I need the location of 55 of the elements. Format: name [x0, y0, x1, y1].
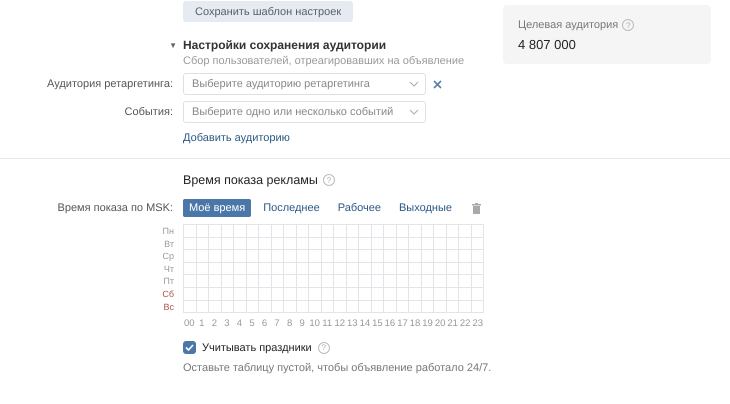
card-title: Целевая аудитория	[518, 19, 618, 31]
field-label: Время показа по MSK:	[56, 202, 174, 214]
hour-label: 8	[286, 318, 294, 330]
day-label: Пт	[163, 275, 174, 288]
day-label: Сб	[162, 288, 174, 301]
collapse-toggle[interactable]: ▼	[0, 40, 183, 50]
checkbox-label: Учитывать праздники	[202, 342, 312, 354]
close-icon[interactable]	[433, 80, 442, 88]
hour-label: 18	[408, 318, 422, 330]
hour-label: 00	[183, 318, 196, 330]
hour-label: 7	[273, 318, 281, 330]
hour-label: 19	[421, 318, 434, 330]
hour-label: 14	[358, 318, 372, 330]
preset-tab[interactable]: Рабочее	[332, 199, 387, 217]
hour-label: 16	[384, 318, 396, 330]
section-subtitle: Сбор пользователей, отреагировавших на объявление	[183, 55, 466, 67]
audience-count: 4 807 000	[518, 37, 577, 52]
hour-label: 2	[210, 318, 218, 330]
day-label: Вт	[164, 238, 174, 250]
select-field[interactable]: Выберите аудиторию ретаргетинга	[183, 73, 426, 95]
hour-label: 5	[248, 318, 256, 330]
hint-text: Оставьте таблицу пустой, чтобы объявление работало 24/7.	[183, 362, 492, 374]
select-field[interactable]: Выберите одно или несколько событий	[183, 101, 426, 123]
day-label: Пн	[162, 225, 174, 238]
day-label: Чт	[164, 262, 174, 276]
hour-label: 4	[236, 318, 244, 330]
chevron-icon	[409, 81, 419, 87]
preset-tab[interactable]: Последнее	[257, 199, 326, 217]
hour-label: 20	[434, 318, 446, 330]
hour-label: 6	[260, 318, 268, 330]
day-label: Ср	[162, 250, 174, 263]
section-title: Настройки сохранения аудитории	[183, 38, 386, 52]
field-label: События:	[124, 106, 174, 118]
hour-label: 12	[334, 318, 346, 330]
hour-label: 9	[298, 318, 306, 330]
hour-label: 3	[223, 318, 231, 330]
add-audience-link[interactable]: Добавить аудиторию	[183, 132, 290, 144]
day-label: Вс	[163, 300, 174, 314]
hour-label: 23	[471, 318, 484, 330]
hour-label: 10	[308, 318, 321, 330]
checkbox[interactable]	[183, 341, 196, 354]
hour-label: 13	[346, 318, 359, 330]
preset-tab[interactable]: Моё время	[183, 199, 252, 217]
preset-tab[interactable]: Выходные	[392, 199, 458, 217]
hour-label: 1	[198, 318, 206, 330]
hour-label: 21	[446, 318, 459, 330]
field-label: Аудитория ретаргетинга:	[46, 78, 174, 90]
section-title: Время показа рекламы	[183, 173, 318, 187]
trash-icon[interactable]	[472, 202, 481, 214]
hour-label: 15	[371, 318, 384, 330]
hour-label: 11	[321, 318, 334, 330]
hour-label: 17	[396, 318, 409, 330]
hour-label: 22	[458, 318, 472, 330]
save-template-button[interactable]: Сохранить шаблон настроек	[183, 1, 354, 22]
chevron-icon	[409, 109, 419, 115]
